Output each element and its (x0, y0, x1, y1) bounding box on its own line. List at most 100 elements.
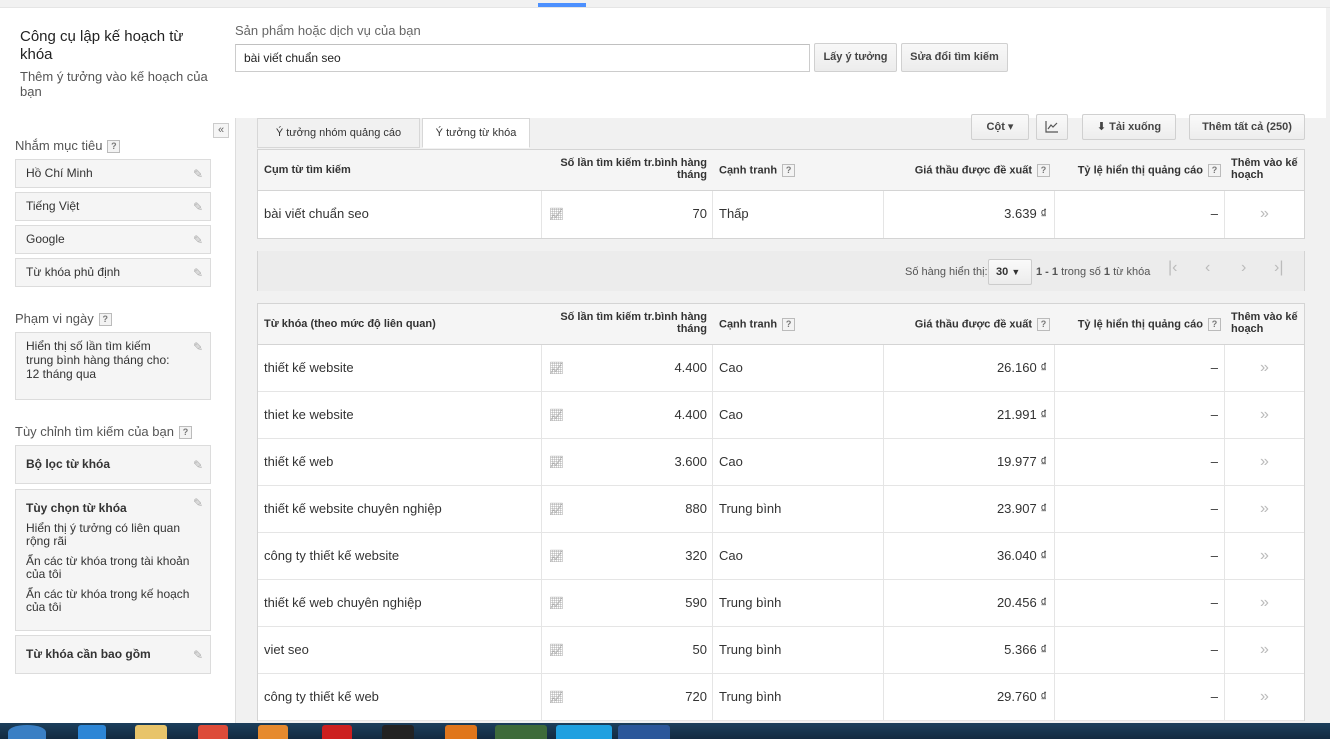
pencil-icon[interactable]: ✎ (193, 340, 203, 354)
help-icon[interactable]: ? (782, 164, 796, 177)
share-cell: – (1054, 345, 1224, 392)
col-competition[interactable]: Cạnh tranh? (719, 164, 796, 177)
trend-icon[interactable]: 📈︎ (541, 674, 571, 721)
col-impression-share-label: Tỷ lệ hiển thị quảng cáo (1077, 164, 1203, 177)
coccoc-icon[interactable] (495, 725, 547, 739)
share-cell: – (1054, 191, 1224, 238)
table-row[interactable]: bài viết chuẩn seo 📈︎ 70 Thấp 3.639 ₫ – … (258, 191, 1304, 238)
add-to-plan-icon[interactable]: » (1224, 580, 1304, 627)
keyword-filter-box[interactable]: Bộ lọc từ khóa ✎ (15, 445, 211, 484)
table-row[interactable]: công ty thiết kế web 📈︎ 720 Trung bình 29.76… (258, 674, 1304, 721)
add-to-plan-icon[interactable]: » (1224, 345, 1304, 392)
firefox-icon[interactable] (445, 725, 477, 739)
table-row[interactable]: thiet ke website 📈︎ 4.400 Cao 21.991 ₫ –» (258, 392, 1304, 439)
add-to-plan-icon[interactable]: » (1224, 533, 1304, 580)
trend-icon[interactable]: 📈︎ (541, 486, 571, 533)
col-impression-share[interactable]: Tỷ lệ hiển thị quảng cáo? (1058, 164, 1221, 177)
table-row[interactable]: viet seo 📈︎ 50 Trung bình 5.366 ₫ –» (258, 627, 1304, 674)
tab-keyword-ideas[interactable]: Ý tưởng từ khóa (422, 118, 530, 148)
opera-icon[interactable] (322, 725, 352, 739)
col-bid-label: Giá thầu được đề xuất (914, 164, 1032, 177)
ie-icon[interactable] (78, 725, 106, 739)
pencil-icon[interactable]: ✎ (193, 167, 203, 182)
trend-icon[interactable]: 📈︎ (541, 627, 571, 674)
add-to-plan-icon[interactable]: » (1224, 486, 1304, 533)
terminal-icon[interactable] (382, 725, 414, 739)
keyword-options-box[interactable]: Tùy chọn từ khóa Hiển thị ý tưởng có liê… (15, 489, 211, 631)
col-competition[interactable]: Cạnh tranh? (719, 318, 796, 331)
trend-icon[interactable]: 📈︎ (541, 191, 571, 238)
keywords-to-include-box[interactable]: Từ khóa cần bao gồm ✎ (15, 635, 211, 674)
col-volume[interactable]: Số lần tìm kiếm tr.bình hàng tháng (554, 157, 707, 181)
scrollbar-track[interactable] (1326, 8, 1330, 723)
add-to-plan-icon[interactable]: » (1224, 191, 1304, 238)
table-header: Cụm từ tìm kiếm Số lần tìm kiếm tr.bình … (258, 150, 1304, 191)
download-button[interactable]: ⬇ Tải xuống (1082, 114, 1176, 140)
prev-page-icon[interactable]: ‹ (1205, 259, 1210, 277)
trend-icon[interactable]: 📈︎ (541, 345, 571, 392)
last-page-icon[interactable]: ›| (1274, 259, 1283, 277)
help-icon[interactable]: ? (782, 318, 796, 331)
trend-icon[interactable]: 📈︎ (541, 580, 571, 627)
pencil-icon[interactable]: ✎ (193, 200, 203, 215)
trend-icon[interactable]: 📈︎ (541, 533, 571, 580)
chart-toggle-button[interactable] (1036, 114, 1068, 140)
pencil-icon[interactable]: ✎ (193, 497, 203, 510)
get-ideas-button[interactable]: Lấy ý tưởng (814, 43, 897, 72)
columns-button[interactable]: Cột ▾ (971, 114, 1029, 140)
help-icon[interactable]: ? (178, 426, 192, 440)
col-volume[interactable]: Số lần tìm kiếm tr.bình hàng tháng (554, 311, 707, 335)
collapse-sidebar-button[interactable]: « (213, 123, 229, 138)
table-row[interactable]: thiết kế web chuyên nghiệp 📈︎ 590 Trung bìn… (258, 580, 1304, 627)
add-to-plan-icon[interactable]: » (1224, 674, 1304, 721)
col-bid-label: Giá thầu được đề xuất (914, 318, 1032, 331)
help-icon[interactable]: ? (107, 140, 121, 154)
targeting-network[interactable]: Google ✎ (15, 225, 211, 254)
table-row[interactable]: công ty thiết kế website 📈︎ 320 Cao 36.040 ₫… (258, 533, 1304, 580)
skype-icon[interactable] (556, 725, 612, 739)
next-page-icon[interactable]: › (1241, 259, 1246, 277)
modify-search-button[interactable]: Sửa đổi tìm kiếm (901, 43, 1008, 72)
pencil-icon[interactable]: ✎ (193, 643, 203, 668)
help-icon[interactable]: ? (1208, 318, 1221, 331)
table-row[interactable]: thiết kế web 📈︎ 3.600 Cao 19.977 ₫ –» (258, 439, 1304, 486)
chrome-icon[interactable] (198, 725, 228, 739)
pencil-icon[interactable]: ✎ (193, 266, 203, 281)
table-row[interactable]: thiết kế website 📈︎ 4.400 Cao 26.160 ₫ –» (258, 345, 1304, 392)
trend-icon[interactable]: 📈︎ (541, 439, 571, 486)
start-button-icon[interactable] (8, 725, 46, 739)
first-page-icon[interactable]: |‹ (1168, 259, 1177, 277)
add-all-button[interactable]: Thêm tất cả (250) (1189, 114, 1305, 140)
folder-icon[interactable] (135, 725, 167, 739)
date-range-box[interactable]: Hiển thị số lần tìm kiếm trung bình hàng… (15, 332, 211, 400)
col-bid[interactable]: Giá thầu được đề xuất? (878, 318, 1050, 331)
help-icon[interactable]: ? (1208, 164, 1221, 177)
add-to-plan-icon[interactable]: » (1224, 439, 1304, 486)
word-icon[interactable] (618, 725, 670, 739)
trend-icon[interactable]: 📈︎ (541, 392, 571, 439)
os-taskbar (0, 723, 1330, 739)
main-panel: Ý tưởng nhóm quảng cáo Ý tưởng từ khóa C… (235, 114, 1326, 723)
help-icon[interactable]: ? (98, 313, 112, 327)
media-player-icon[interactable] (258, 725, 288, 739)
col-bid[interactable]: Giá thầu được đề xuất? (878, 164, 1050, 177)
bid-cell: 21.991 ₫ (883, 392, 1049, 439)
pencil-icon[interactable]: ✎ (193, 233, 203, 248)
col-search-term[interactable]: Cụm từ tìm kiếm (264, 164, 351, 176)
table-row[interactable]: thiết kế website chuyên nghiệp 📈︎ 880 Trung… (258, 486, 1304, 533)
tab-ad-group-ideas[interactable]: Ý tưởng nhóm quảng cáo (257, 118, 420, 148)
range-mid: trong số (1061, 266, 1101, 278)
targeting-location[interactable]: Hồ Chí Minh ✎ (15, 159, 211, 188)
add-to-plan-icon[interactable]: » (1224, 392, 1304, 439)
product-input[interactable]: bài viết chuẩn seo (235, 44, 810, 72)
add-to-plan-icon[interactable]: » (1224, 627, 1304, 674)
help-icon[interactable]: ? (1037, 318, 1050, 331)
targeting-language[interactable]: Tiếng Việt ✎ (15, 192, 211, 221)
rows-select[interactable]: 30 ▼ (988, 259, 1032, 285)
customize-heading-label: Tùy chỉnh tìm kiếm của bạn (15, 424, 174, 439)
help-icon[interactable]: ? (1037, 164, 1050, 177)
targeting-negative-keywords[interactable]: Từ khóa phủ định ✎ (15, 258, 211, 287)
col-keyword[interactable]: Từ khóa (theo mức độ liên quan) (264, 318, 436, 330)
pencil-icon[interactable]: ✎ (193, 453, 203, 478)
col-impression-share[interactable]: Tỷ lệ hiển thị quảng cáo? (1058, 318, 1221, 331)
